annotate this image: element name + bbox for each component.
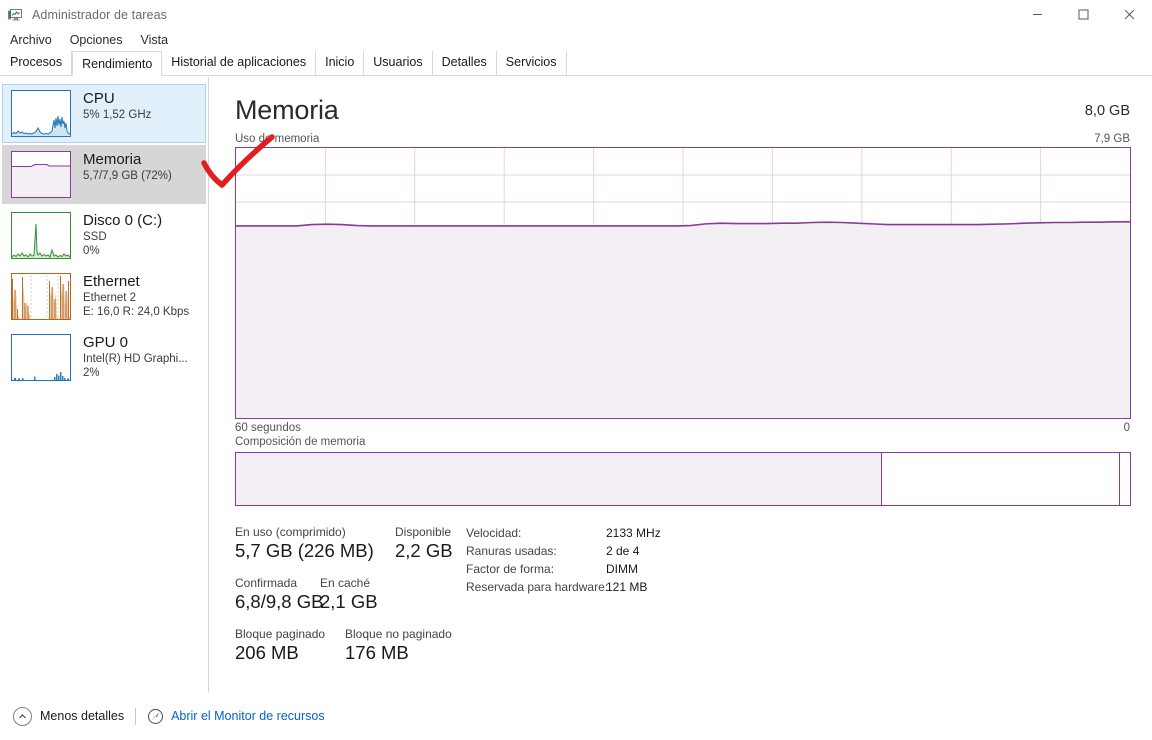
chevron-up-icon: [13, 706, 32, 726]
page-title: Memoria: [235, 95, 339, 125]
info-value-ranuras-usadas: 2 de 4: [606, 544, 640, 558]
tab-servicios[interactable]: Servicios: [496, 51, 567, 75]
info-label-ranuras-usadas: Ranuras usadas:: [466, 544, 557, 558]
memory-usage-max: 7,9 GB: [1094, 133, 1130, 145]
window-controls: [1014, 0, 1152, 29]
composition-segment-en-uso[interactable]: [236, 453, 882, 505]
sidebar-item-ethernet-sub1: Ethernet 2: [83, 292, 137, 304]
ethernet-thumbnail-graph: [11, 273, 71, 320]
memory-usage-label: Uso de memoria: [235, 133, 320, 145]
sidebar-item-gpu0-title: GPU 0: [83, 334, 129, 351]
open-resource-monitor-link[interactable]: Abrir el Monitor de recursos: [147, 708, 325, 725]
stat-label-committed: Confirmada: [235, 576, 298, 590]
sidebar-item-ethernet-text: Ethernet Ethernet 2 E: 16,0 R: 24,0 Kbps: [83, 272, 189, 319]
status-separator: [135, 707, 137, 725]
tab-historial-aplicaciones[interactable]: Historial de aplicaciones: [162, 51, 317, 75]
minimize-button[interactable]: [1014, 0, 1060, 29]
stat-label-nonpaged: Bloque no paginado: [345, 627, 452, 641]
composition-segment-reservada[interactable]: [1118, 453, 1130, 505]
sidebar-item-cpu-text: CPU 5% 1,52 GHz: [83, 89, 151, 122]
sidebar-item-gpu0-sub2: 2%: [83, 367, 100, 379]
stat-label-in-use: En uso (comprimido): [235, 525, 346, 539]
sidebar-item-cpu[interactable]: CPU 5% 1,52 GHz: [2, 84, 206, 143]
total-memory-value: 8,0 GB: [1084, 103, 1130, 119]
tab-inicio[interactable]: Inicio: [316, 51, 365, 75]
stat-value-nonpaged: 176 MB: [345, 642, 409, 663]
less-details-button[interactable]: Menos detalles: [13, 706, 125, 726]
sidebar-item-ethernet-sub2: E: 16,0 R: 24,0 Kbps: [83, 306, 190, 318]
info-label-reservada-hardware: Reservada para hardware:: [466, 580, 609, 594]
menu-bar: Archivo Opciones Vista: [0, 29, 1152, 51]
info-value-velocidad: 2133 MHz: [606, 526, 661, 540]
title-bar: Administrador de tareas: [0, 0, 1152, 29]
info-value-reservada-hardware: 121 MB: [606, 580, 648, 594]
sidebar-item-cpu-title: CPU: [83, 90, 115, 107]
chart-x-axis-right-label: 0: [1123, 422, 1130, 434]
close-button[interactable]: [1106, 0, 1152, 29]
info-label-velocidad: Velocidad:: [466, 526, 522, 540]
maximize-button[interactable]: [1060, 0, 1106, 29]
resource-sidebar: CPU 5% 1,52 GHz Memoria 5,7/7,9 GB (72%): [0, 77, 209, 692]
memory-composition-label: Composición de memoria: [235, 436, 366, 448]
sidebar-item-gpu0-text: GPU 0 Intel(R) HD Graphi... 2%: [83, 333, 188, 380]
tab-procesos[interactable]: Procesos: [0, 51, 73, 75]
sidebar-item-disco0[interactable]: Disco 0 (C:) SSD 0%: [2, 206, 206, 265]
tab-rendimiento[interactable]: Rendimiento: [72, 51, 163, 76]
sidebar-item-gpu0-sub1: Intel(R) HD Graphi...: [83, 353, 188, 365]
sidebar-item-memoria-text: Memoria 5,7/7,9 GB (72%): [83, 150, 172, 183]
stat-label-available: Disponible: [395, 525, 452, 539]
stat-value-committed: 6,8/9,8 GB: [235, 591, 324, 612]
info-value-factor-forma: DIMM: [606, 562, 638, 576]
stat-value-cached: 2,1 GB: [320, 591, 378, 612]
sidebar-item-ethernet[interactable]: Ethernet Ethernet 2 E: 16,0 R: 24,0 Kbps: [2, 267, 206, 326]
sidebar-item-memoria-sub: 5,7/7,9 GB (72%): [83, 170, 172, 182]
menu-opciones[interactable]: Opciones: [62, 31, 131, 49]
task-manager-icon: [8, 7, 24, 23]
stat-value-in-use: 5,7 GB (226 MB): [235, 540, 374, 561]
sidebar-item-disco0-sub2: 0%: [83, 245, 100, 257]
tab-detalles[interactable]: Detalles: [432, 51, 497, 75]
menu-vista[interactable]: Vista: [133, 31, 177, 49]
menu-archivo[interactable]: Archivo: [2, 31, 60, 49]
composition-segment-disponible[interactable]: [881, 453, 1119, 505]
sidebar-item-cpu-sub: 5% 1,52 GHz: [83, 109, 152, 121]
sidebar-item-gpu0[interactable]: GPU 0 Intel(R) HD Graphi... 2%: [2, 328, 206, 387]
window-title: Administrador de tareas: [32, 7, 168, 22]
sidebar-item-ethernet-title: Ethernet: [83, 273, 140, 290]
chart-x-axis-left-label: 60 segundos: [235, 422, 301, 434]
memoria-thumbnail-graph: [11, 151, 71, 198]
stat-label-cached: En caché: [320, 576, 371, 590]
task-manager-window: Administrador de tareas Archivo Opciones…: [0, 0, 1152, 740]
stat-value-available: 2,2 GB: [395, 540, 453, 561]
sidebar-item-disco0-text: Disco 0 (C:) SSD 0%: [83, 211, 162, 258]
gpu0-thumbnail-graph: [11, 334, 71, 381]
stat-label-paged: Bloque paginado: [235, 627, 326, 641]
tab-strip: Procesos Rendimiento Historial de aplica…: [0, 51, 1152, 76]
stat-value-paged: 206 MB: [235, 642, 299, 663]
memory-composition-bar[interactable]: [235, 452, 1131, 506]
cpu-thumbnail-graph: [11, 90, 71, 137]
sidebar-item-memoria[interactable]: Memoria 5,7/7,9 GB (72%): [2, 145, 206, 204]
tab-usuarios[interactable]: Usuarios: [364, 51, 433, 75]
open-resource-monitor-label: Abrir el Monitor de recursos: [171, 709, 325, 723]
status-bar: Menos detalles Abrir el Monitor de recur…: [0, 692, 1152, 740]
resource-monitor-icon: [147, 708, 164, 725]
disco0-thumbnail-graph: [11, 212, 71, 259]
less-details-label: Menos detalles: [40, 709, 125, 723]
memory-detail-pane: Memoria 8,0 GB Uso de memoria 7,9 GB 60 …: [210, 77, 1152, 692]
sidebar-item-disco0-sub1: SSD: [83, 231, 107, 243]
info-label-factor-forma: Factor de forma:: [466, 562, 555, 576]
memory-usage-chart: [235, 147, 1131, 419]
sidebar-item-memoria-title: Memoria: [83, 151, 142, 168]
sidebar-item-disco0-title: Disco 0 (C:): [83, 212, 163, 229]
